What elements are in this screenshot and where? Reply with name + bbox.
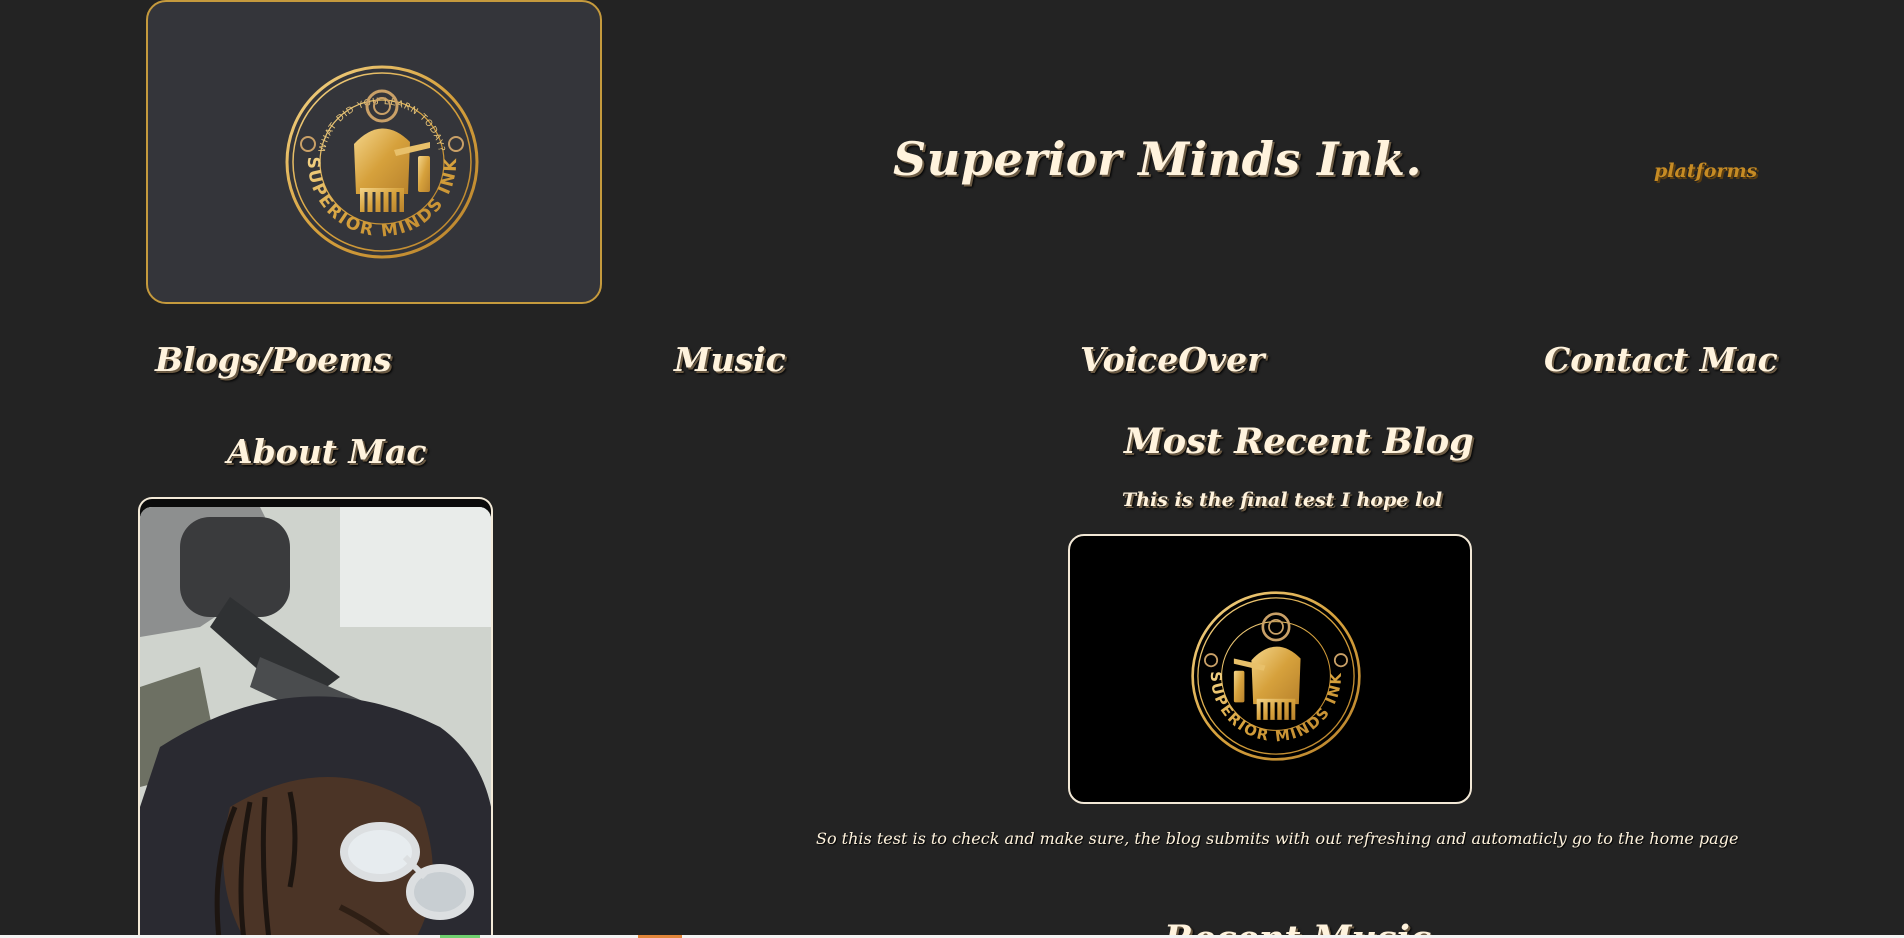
platforms-link[interactable]: platforms: [1654, 160, 1757, 182]
about-photo: [138, 497, 493, 938]
blog-post-image[interactable]: SUPERIOR MINDS INK: [1068, 534, 1472, 804]
nav-contact-mac[interactable]: Contact Mac: [1544, 340, 1778, 379]
blog-post-excerpt: So this test is to check and make sure, …: [816, 829, 1739, 848]
ibis-seal-icon: WHAT DID YOU LEARN TODAY? SUPERIOR MINDS…: [285, 65, 479, 259]
nav-blogs-poems[interactable]: Blogs/Poems: [155, 340, 392, 379]
blog-post-title[interactable]: This is the final test I hope lol: [1122, 489, 1442, 511]
logo-card[interactable]: WHAT DID YOU LEARN TODAY? SUPERIOR MINDS…: [146, 0, 602, 304]
about-title: About Mac: [227, 432, 427, 471]
nav-music[interactable]: Music: [674, 340, 786, 379]
nav-voiceover[interactable]: VoiceOver: [1080, 340, 1265, 379]
most-recent-blog-title: Most Recent Blog: [1124, 421, 1474, 462]
site-title: Superior Minds Ink.: [893, 132, 1422, 186]
ibis-seal-icon: SUPERIOR MINDS INK: [1191, 591, 1361, 761]
